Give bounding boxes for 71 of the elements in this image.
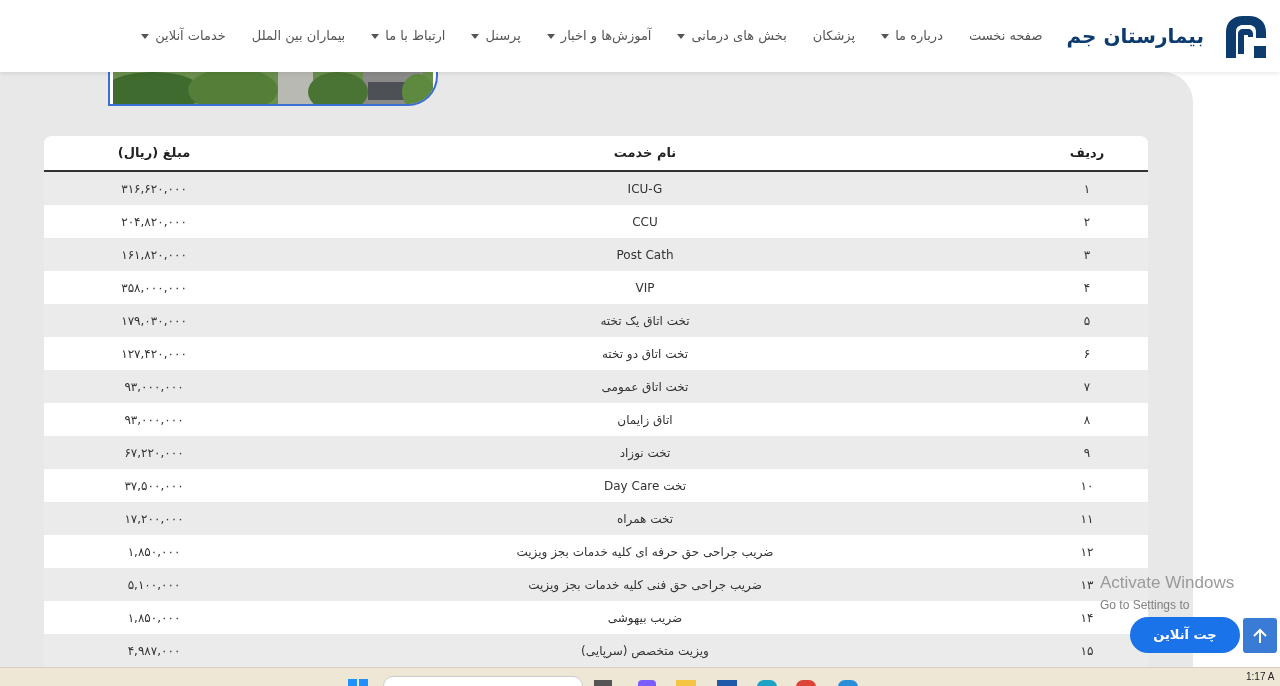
table-cell-text: ضریب جراحی حق فنی کلیه خدمات بجز ویزیت [528, 576, 762, 594]
table-cell-text: ۳ [1083, 246, 1091, 264]
logo-icon [1224, 14, 1268, 58]
table-cell-text: ۵ [1083, 312, 1091, 330]
table-cell-text: ۴ [1083, 279, 1091, 297]
table-cell-text: ضریب بیهوشی [607, 609, 683, 627]
table-cell-text: ICU-G [627, 180, 663, 198]
table-cell-text: ۲۰۴,۸۲۰,۰۰۰ [121, 213, 187, 231]
table-cell-text: ۶ [1083, 345, 1091, 363]
taskbar-icon[interactable] [757, 680, 777, 686]
table-cell-text: تخت اتاق عمومی [601, 378, 689, 396]
arrow-up-icon [1253, 627, 1267, 644]
table-cell-text: CCU [632, 213, 658, 231]
table-cell-text: ۱۰ [1080, 477, 1094, 495]
table-cell-text: Post Cath [616, 246, 674, 264]
table-cell-text: ۱,۸۵۰,۰۰۰ [127, 543, 181, 561]
table-cell-text: ۱۵ [1080, 642, 1094, 660]
column-header: ردیف [1069, 144, 1105, 163]
scroll-top-button[interactable] [1243, 618, 1277, 653]
table-cell-text: تخت اتاق یک تخته [600, 312, 690, 330]
nav-link[interactable]: پزشکان [812, 26, 856, 46]
column-header: نام خدمت [613, 144, 677, 163]
table-cell-text: ۱۱ [1080, 510, 1094, 528]
table-cell-text: ۳۱۶,۶۲۰,۰۰۰ [121, 180, 187, 198]
nav-link[interactable]: درباره ما [881, 26, 943, 46]
nav-link[interactable]: خدمات آنلاین [141, 26, 226, 46]
brand-name[interactable]: بیمارستان جم [1066, 21, 1204, 51]
browser-icon[interactable] [796, 680, 816, 686]
activation-notice-text: Go to Settings to [1100, 596, 1191, 614]
windows-icon[interactable] [348, 679, 368, 686]
column-header: مبلغ (ریال) [117, 144, 191, 163]
table-cell-text: ۴,۹۸۷,۰۰۰ [127, 642, 181, 660]
table-cell-text: VIP [635, 279, 655, 297]
table-cell-text: ضریب جراحی حق حرفه ای کلیه خدمات بجز ویزیت [516, 543, 774, 561]
table-cell-text: ۳۵۸,۰۰۰,۰۰۰ [121, 279, 187, 297]
table-cell-text: ۳۷,۵۰۰,۰۰۰ [124, 477, 184, 495]
table-cell-text: ۶۷,۲۲۰,۰۰۰ [124, 444, 184, 462]
nav-link[interactable]: بخش های درمانی [677, 26, 787, 46]
table-cell-text: ۱۳ [1080, 576, 1094, 594]
table-cell-text: تخت Day Care [604, 477, 686, 495]
taskbar-icon[interactable] [638, 680, 656, 686]
table-cell-text: تخت همراه [616, 510, 674, 528]
search-field[interactable] [383, 676, 583, 686]
taskbar-icon[interactable] [838, 680, 858, 686]
table-cell-text: ۱۶۱,۸۲۰,۰۰۰ [121, 246, 187, 264]
nav-link[interactable]: پرسنل [471, 26, 521, 46]
table-cell-text: ۱۲۷,۴۲۰,۰۰۰ [121, 345, 187, 363]
table-cell-text: تخت اتاق دو تخته [601, 345, 689, 363]
table-cell-text: ۹۳,۰۰۰,۰۰۰ [124, 378, 184, 396]
nav-link[interactable]: ارتباط با ما [371, 26, 446, 46]
table-cell-text: اتاق زایمان [617, 411, 673, 429]
nav-link[interactable]: بیماران بین الملل [251, 26, 346, 46]
table-cell-text: ۷ [1083, 378, 1091, 396]
chat-button[interactable]: چت آنلاین [1130, 617, 1240, 653]
table-cell-text: ۵,۱۰۰,۰۰۰ [127, 576, 181, 594]
table-cell-text: ۱۴ [1080, 609, 1094, 627]
table-cell-text: ۱ [1083, 180, 1091, 198]
clock: 1:17 A [1246, 671, 1275, 683]
table-cell-text: ۹ [1083, 444, 1091, 462]
table-cell-text: تخت نوزاد [619, 444, 671, 462]
table-cell-text: ۸ [1083, 411, 1091, 429]
nav-link[interactable]: آموزش‌ها و اخبار [546, 26, 652, 46]
table-cell-text: ویزیت متخصص (سرپایی) [581, 642, 709, 660]
table-cell-text: ۹۳,۰۰۰,۰۰۰ [124, 411, 184, 429]
table-cell-text: ۱,۸۵۰,۰۰۰ [127, 609, 181, 627]
table-cell-text: ۲ [1083, 213, 1091, 231]
activation-notice-title: Activate Windows [1100, 572, 1235, 594]
nav-link[interactable]: صفحه نخست [968, 26, 1043, 46]
table-cell-text: ۱۷,۲۰۰,۰۰۰ [124, 510, 184, 528]
table-cell-text: ۱۷۹,۰۳۰,۰۰۰ [121, 312, 187, 330]
table-cell-text: ۱۲ [1080, 543, 1094, 561]
